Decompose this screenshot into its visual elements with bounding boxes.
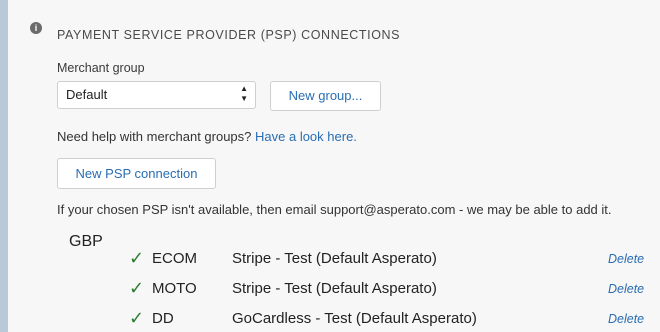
connection-type: MOTO [152, 280, 197, 297]
help-question: Need help with merchant groups? [57, 129, 252, 144]
info-icon: i [30, 22, 42, 34]
connection-provider: Stripe - Test (Default Asperato) [232, 250, 437, 267]
connection-row: ✓ MOTO Stripe - Test (Default Asperato) … [8, 278, 660, 300]
merchant-group-select[interactable]: Default ▲ ▼ [57, 81, 256, 109]
new-group-button[interactable]: New group... [270, 81, 381, 111]
psp-availability-note: If your chosen PSP isn't available, then… [57, 202, 612, 217]
section-title: PAYMENT SERVICE PROVIDER (PSP) CONNECTIO… [57, 28, 401, 42]
checkmark-icon: ✓ [129, 308, 145, 328]
connection-row: ✓ DD GoCardless - Test (Default Asperato… [8, 308, 660, 330]
new-psp-connection-button[interactable]: New PSP connection [57, 158, 216, 189]
delete-link[interactable]: Delete [608, 312, 644, 326]
checkmark-icon: ✓ [129, 278, 145, 298]
connection-row: ✓ ECOM Stripe - Test (Default Asperato) … [8, 248, 660, 270]
merchant-group-selected-value: Default [66, 87, 108, 102]
checkmark-icon: ✓ [129, 248, 145, 268]
help-link[interactable]: Have a look here. [255, 129, 357, 144]
delete-link[interactable]: Delete [608, 252, 644, 266]
connection-provider: GoCardless - Test (Default Asperato) [232, 310, 477, 327]
connection-provider: Stripe - Test (Default Asperato) [232, 280, 437, 297]
select-arrows-icon: ▲ ▼ [240, 84, 248, 103]
connection-type: DD [152, 310, 174, 327]
help-text: Need help with merchant groups? Have a l… [57, 129, 357, 144]
delete-link[interactable]: Delete [608, 282, 644, 296]
connection-type: ECOM [152, 250, 197, 267]
merchant-group-label: Merchant group [57, 61, 145, 75]
psp-connections-panel: i PAYMENT SERVICE PROVIDER (PSP) CONNECT… [8, 0, 660, 332]
